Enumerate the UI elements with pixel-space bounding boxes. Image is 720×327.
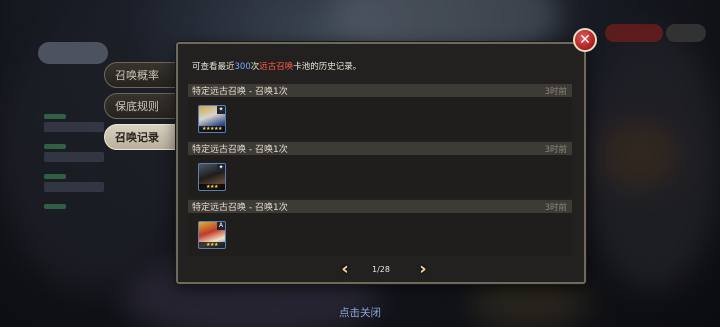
record-time: 3时前 xyxy=(544,202,567,213)
info-pool-name: 远古召唤 xyxy=(259,62,294,72)
record-item: 特定远古召唤 - 召唤1次 3时前 ✦ ★★★★★ xyxy=(188,84,572,140)
element-badge-icon: ✦ xyxy=(217,106,225,114)
page-indicator: 1/28 xyxy=(372,264,390,274)
record-item: 特定远古召唤 - 召唤1次 3时前 ✦ ★★★ xyxy=(188,142,572,198)
info-prefix: 可查看最近 xyxy=(192,62,235,72)
background-bar xyxy=(44,204,66,209)
background-row xyxy=(44,182,104,192)
star-rating: ★★★★★ xyxy=(199,126,225,132)
background-chip xyxy=(38,42,108,64)
background-row xyxy=(44,152,104,162)
element-badge-icon: ✦ xyxy=(217,164,225,172)
tab-label: 召唤概率 xyxy=(115,69,159,82)
tab-summon-records[interactable]: 召唤记录 xyxy=(104,124,184,150)
record-header: 特定远古召唤 - 召唤1次 3时前 xyxy=(188,142,572,155)
record-title: 特定远古召唤 - 召唤1次 xyxy=(192,87,288,97)
record-body: ✦ ★★★ xyxy=(188,155,572,198)
info-suffix: 卡池的历史记录。 xyxy=(293,62,362,72)
summon-records-popup: 可查看最近300次远古召唤卡池的历史记录。 特定远古召唤 - 召唤1次 3时前 … xyxy=(176,42,586,284)
click-to-close-text[interactable]: 点击关闭 xyxy=(0,305,720,320)
background-bar xyxy=(44,174,66,179)
star-rating: ★★★ xyxy=(199,242,225,248)
tab-label: 召唤记录 xyxy=(115,131,159,144)
hero-portrait-icon[interactable]: ✦ ★★★★★ xyxy=(198,105,226,133)
record-header: 特定远古召唤 - 召唤1次 3时前 xyxy=(188,200,572,213)
close-icon[interactable]: ✕ xyxy=(573,28,597,52)
records-info-text: 可查看最近300次远古召唤卡池的历史记录。 xyxy=(192,60,361,72)
background-right-chip xyxy=(605,24,663,42)
background-row xyxy=(44,122,104,132)
hero-portrait-icon[interactable]: ✦ ★★★ xyxy=(198,163,226,191)
hero-portrait-icon[interactable]: A ★★★ xyxy=(198,221,226,249)
double-chevron-right-icon[interactable]: ›› xyxy=(410,260,430,278)
info-count-unit: 次 xyxy=(250,62,260,72)
record-body: A ★★★ xyxy=(188,213,572,256)
tab-label: 保底规则 xyxy=(115,100,159,113)
background-bar xyxy=(44,114,66,119)
star-rating: ★★★ xyxy=(199,184,225,190)
tab-summon-probability[interactable]: 召唤概率 xyxy=(104,62,184,88)
record-header: 特定远古召唤 - 召唤1次 3时前 xyxy=(188,84,572,97)
record-body: ✦ ★★★★★ xyxy=(188,97,572,140)
background-right-chip xyxy=(666,24,706,42)
record-time: 3时前 xyxy=(544,144,567,155)
record-item: 特定远古召唤 - 召唤1次 3时前 A ★★★ xyxy=(188,200,572,256)
record-title: 特定远古召唤 - 召唤1次 xyxy=(192,145,288,155)
record-time: 3时前 xyxy=(544,86,567,97)
record-title: 特定远古召唤 - 召唤1次 xyxy=(192,203,288,213)
pagination: ‹‹ 1/28 ›› xyxy=(178,260,584,278)
rank-badge: A xyxy=(217,222,225,230)
info-count: 300 xyxy=(234,62,251,72)
tab-pity-rules[interactable]: 保底规则 xyxy=(104,93,184,119)
double-chevron-left-icon[interactable]: ‹‹ xyxy=(332,260,352,278)
background-bar xyxy=(44,144,66,149)
